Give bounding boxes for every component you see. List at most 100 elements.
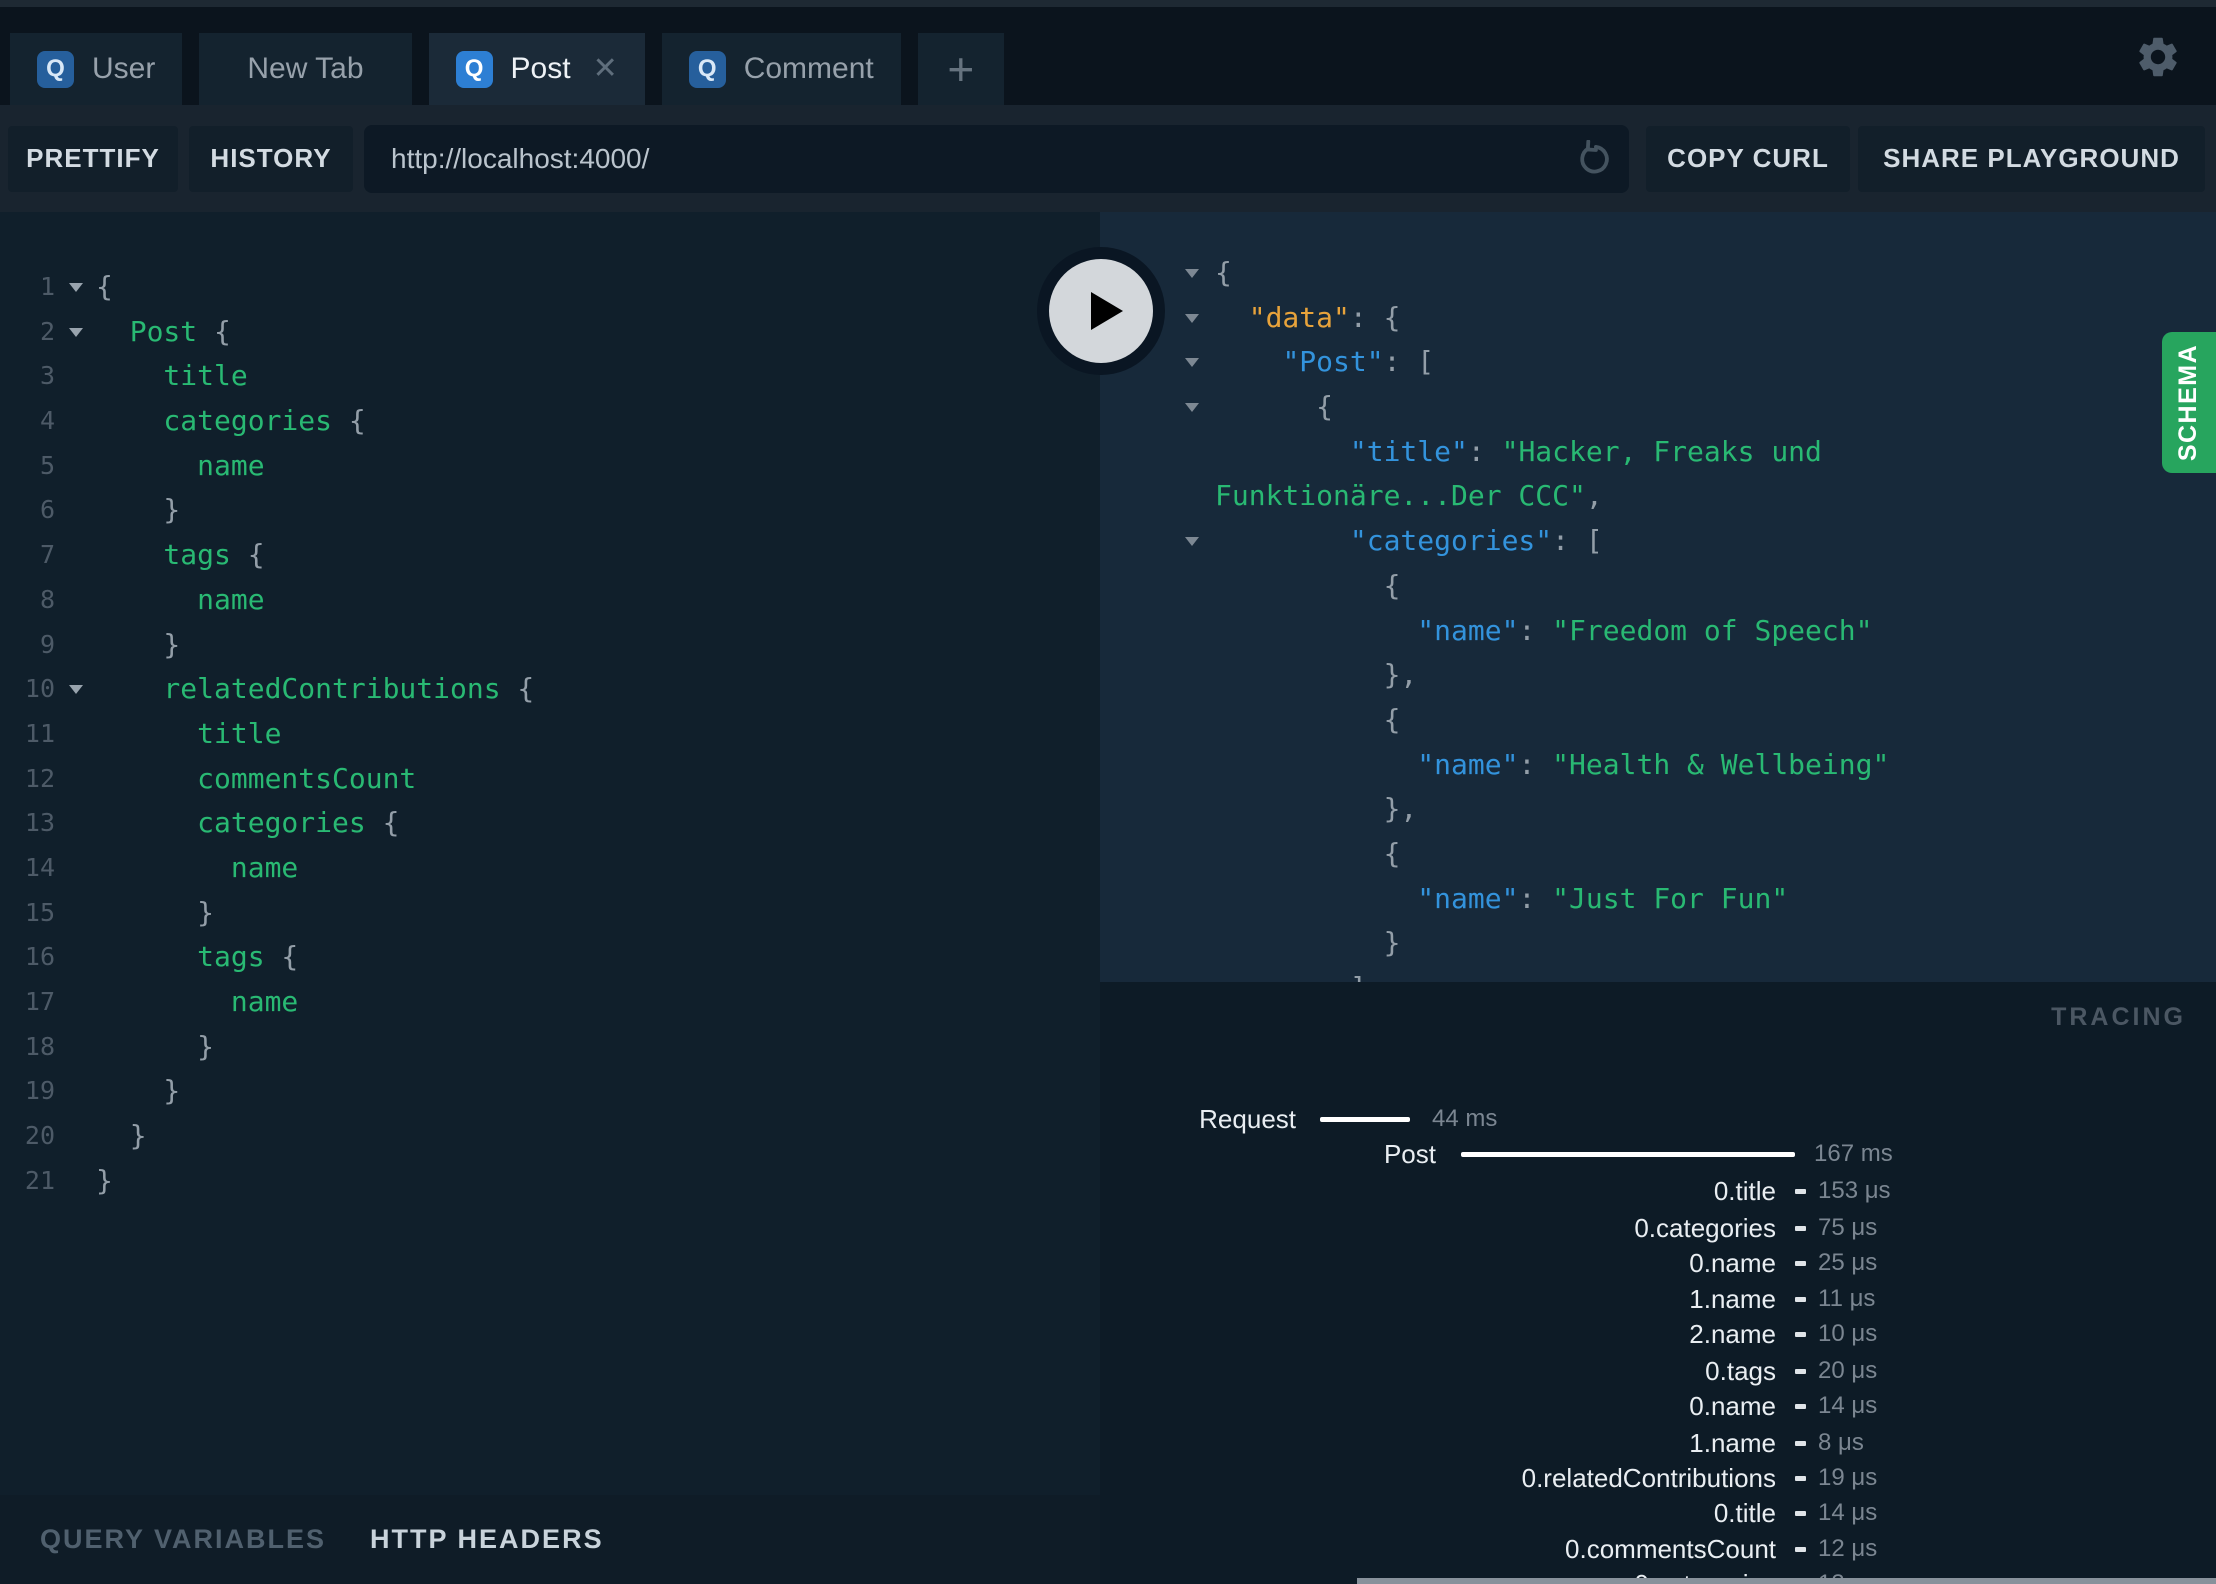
- code-token: name: [96, 850, 299, 884]
- code-token: title: [96, 716, 282, 750]
- tab-post[interactable]: Q Post ✕: [428, 33, 645, 105]
- trace-duration-tick: [1795, 1441, 1806, 1446]
- fold-arrow-icon[interactable]: [55, 667, 96, 712]
- line-number: 13: [24, 808, 55, 838]
- fold-gutter: [55, 623, 96, 668]
- reload-icon[interactable]: [1575, 139, 1613, 178]
- collapse-arrow-icon[interactable]: [1185, 358, 1199, 368]
- response-line: },: [1100, 653, 2216, 698]
- code-line: 12 commentsCount: [0, 757, 1100, 802]
- line-number: 21: [24, 1165, 55, 1195]
- prettify-button[interactable]: PRETTIFY: [8, 125, 178, 192]
- line-number: 15: [24, 897, 55, 927]
- tab-user[interactable]: Q User: [10, 33, 183, 105]
- execute-query-button[interactable]: [1037, 247, 1165, 375]
- endpoint-url-box: [364, 124, 1629, 193]
- trace-label: 0.relatedContributions: [1521, 1463, 1776, 1493]
- fold-gutter: [55, 578, 96, 623]
- response-line: "name": "Just For Fun": [1100, 877, 2216, 922]
- tab-bar: Q User New Tab Q Post ✕ Q Comment +: [0, 7, 2216, 105]
- json-token: "Hacker, Freaks und: [1501, 434, 1822, 468]
- query-variables-tab[interactable]: QUERY VARIABLES: [40, 1524, 326, 1555]
- tracing-horizontal-scrollbar[interactable]: [1357, 1578, 2216, 1584]
- response-pane: { "data": { "Post": [ { "title": "Hacker…: [1100, 212, 2216, 982]
- code-token: name: [96, 448, 265, 482]
- fold-gutter: [55, 1159, 96, 1204]
- code-line: 7 tags {: [0, 533, 1100, 578]
- query-badge: Q: [455, 50, 493, 88]
- http-headers-tab[interactable]: HTTP HEADERS: [370, 1524, 604, 1555]
- trace-duration-value: 8 μs: [1818, 1429, 1864, 1456]
- json-token: ,: [1585, 479, 1603, 513]
- trace-row: 1.name 11 μs: [1100, 1282, 2216, 1316]
- json-token: : [: [1552, 524, 1603, 558]
- copy-curl-button[interactable]: COPY CURL: [1646, 125, 1850, 192]
- code-token: }: [96, 493, 181, 527]
- code-line: 11 title: [0, 712, 1100, 757]
- trace-label: 1.name: [1689, 1284, 1776, 1314]
- query-editor[interactable]: 1{2 Post {3 title 4 categories {5 name 6 }…: [0, 212, 1100, 1495]
- trace-duration-value: 14 μs: [1818, 1392, 1878, 1419]
- code-token: }: [96, 1163, 113, 1197]
- query-editor-code: 1{2 Post {3 title 4 categories {5 name 6 }…: [0, 212, 1100, 1203]
- json-token: : {: [1349, 300, 1401, 334]
- line-number: 17: [24, 987, 55, 1016]
- editor-footer-bar: QUERY VARIABLES HTTP HEADERS: [0, 1495, 1100, 1584]
- schema-side-tab[interactable]: SCHEMA: [2162, 332, 2216, 473]
- line-number: 6: [39, 495, 55, 525]
- fold-gutter: [55, 354, 96, 399]
- tracing-panel: TRACING Request 44 ms Post 167 ms 0.title 153…: [1100, 982, 2216, 1584]
- trace-row: Post 167 ms: [1100, 1137, 2216, 1171]
- query-badge: Q: [37, 50, 74, 88]
- json-token: :: [1518, 881, 1553, 915]
- line-number: 4: [39, 406, 55, 436]
- json-token: :: [1467, 434, 1502, 468]
- settings-gear-icon[interactable]: [2134, 33, 2182, 86]
- toolbar: PRETTIFY HISTORY COPY CURL SHARE PLAYGRO…: [0, 105, 2216, 212]
- close-tab-icon[interactable]: ✕: [593, 54, 618, 84]
- share-playground-button[interactable]: SHARE PLAYGROUND: [1858, 125, 2205, 192]
- tab-new-tab[interactable]: New Tab: [199, 33, 412, 105]
- code-line: 18 }: [0, 1025, 1100, 1070]
- add-tab-button[interactable]: +: [917, 33, 1004, 105]
- fold-arrow-icon[interactable]: [55, 265, 96, 310]
- json-token: },: [1215, 658, 1418, 692]
- json-token: "Freedom of Speech": [1552, 613, 1873, 647]
- play-icon: [1049, 259, 1153, 363]
- trace-label: 0.commentsCount: [1565, 1534, 1776, 1564]
- line-number: 1: [39, 272, 55, 301]
- trace-duration-value: 75 μs: [1818, 1214, 1878, 1241]
- endpoint-url-input[interactable]: [389, 141, 1565, 176]
- json-token: "name": [1417, 613, 1519, 647]
- response-line: {: [1100, 251, 2216, 296]
- collapse-arrow-icon[interactable]: [1185, 537, 1199, 547]
- collapse-arrow-icon[interactable]: [1185, 269, 1199, 278]
- fold-arrow-icon[interactable]: [55, 310, 96, 355]
- trace-row: 0.categories 75 μs: [1100, 1211, 2216, 1245]
- json-token: {: [1215, 568, 1401, 602]
- trace-row: 0.name 25 μs: [1100, 1246, 2216, 1280]
- trace-duration-tick: [1795, 1369, 1806, 1374]
- trace-row: 0.name 14 μs: [1100, 1389, 2216, 1423]
- fold-gutter: [55, 1069, 96, 1114]
- collapse-arrow-icon[interactable]: [1185, 403, 1199, 413]
- tracing-title: TRACING: [2051, 1003, 2186, 1031]
- code-line: 1{: [0, 265, 1100, 310]
- response-line: Funktionäre...Der CCC",: [1100, 474, 2216, 519]
- line-number: 16: [24, 942, 55, 972]
- collapse-arrow-icon[interactable]: [1185, 313, 1199, 323]
- code-token: }: [96, 895, 215, 929]
- code-line: 10 relatedContributions {: [0, 667, 1100, 712]
- history-button[interactable]: HISTORY: [189, 125, 353, 192]
- code-token: {: [230, 538, 265, 572]
- line-number: 19: [24, 1076, 55, 1106]
- trace-row: 1.name 8 μs: [1100, 1426, 2216, 1460]
- trace-duration-value: 10 μs: [1818, 1320, 1878, 1347]
- line-number: 14: [24, 852, 55, 882]
- tab-comment[interactable]: Q Comment: [661, 33, 901, 105]
- response-line: {: [1100, 698, 2216, 743]
- trace-duration-tick: [1795, 1332, 1806, 1337]
